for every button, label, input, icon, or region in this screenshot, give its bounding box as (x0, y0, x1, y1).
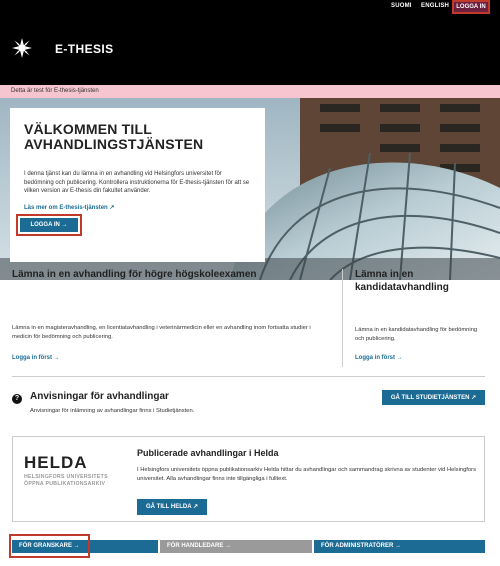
welcome-title-line1: VÄLKOMMEN TILL (24, 121, 153, 137)
question-icon: ? (12, 394, 22, 404)
instructions-text: Anvisningar för inlämning av avhandlinga… (30, 408, 195, 414)
test-banner: Detta är test för E-thesis-tjänsten (0, 85, 500, 98)
submit-bachelor-login-link[interactable]: Logga in först → (355, 355, 403, 361)
language-link-suomi[interactable]: SUOMI (391, 3, 412, 9)
read-more-link[interactable]: Läs mer om E-thesis-tjänsten ↗ (24, 204, 252, 211)
helda-text: I Helsingfors universitets öppna publika… (137, 467, 476, 482)
submit-master-title: Lämna in en avhandling för högre högskol… (12, 269, 257, 280)
helda-panel: HELDA HELSINGFORS UNIVERSITETS ÖPPNA PUB… (12, 436, 485, 522)
hero-login-highlight: LOGGA IN → (16, 214, 82, 236)
section-divider (342, 269, 343, 367)
welcome-card: VÄLKOMMEN TILL AVHANDLINGSTJÄNSTEN I den… (10, 108, 265, 262)
helda-logo-subtitle: HELSINGFORS UNIVERSITETS ÖPPNA PUBLIKATI… (24, 474, 108, 488)
top-login-button[interactable]: LOGGA IN (452, 0, 490, 14)
submit-master-text: Lämna in en magisteravhandling, en licen… (12, 325, 311, 340)
language-link-english[interactable]: ENGLISH (421, 3, 449, 9)
helda-logo: HELDA (24, 453, 88, 472)
helda-title: Publicerade avhandlingar i Helda (137, 448, 279, 458)
top-utility-bar: SUOMI ENGLISH LOGGA IN (0, 0, 500, 14)
submit-bachelor-title-line2: kandidatavhandling (355, 282, 449, 293)
welcome-title-line2: AVHANDLINGSTJÄNSTEN (24, 136, 204, 152)
submit-bachelor-text: Lämna in en kandidatavhandling för bedöm… (355, 327, 478, 342)
submit-master-login-link[interactable]: Logga in först → (12, 355, 60, 361)
hero-login-button[interactable]: LOGGA IN → (20, 218, 78, 232)
study-services-button[interactable]: GÅ TILL STUDIETJÄNSTEN ↗ (382, 390, 485, 405)
helda-button[interactable]: GÅ TILL HELDA ↗ (137, 499, 207, 515)
helda-logo-subtitle-line2: ÖPPNA PUBLIKATIONSARKIV (24, 481, 106, 487)
supervisors-tab[interactable]: FÖR HANDLEDARE → (160, 540, 312, 553)
university-logo-icon[interactable] (10, 36, 34, 60)
welcome-text: I denna tjänst kan du lämna in en avhand… (24, 171, 250, 194)
submit-bachelor-title-line1: Lämna in en (355, 269, 414, 280)
helda-logo-subtitle-line1: HELSINGFORS UNIVERSITETS (24, 474, 108, 480)
site-title[interactable]: E-THESIS (55, 42, 114, 56)
instructions-title: Anvisningar för avhandlingar (30, 391, 169, 402)
reviewers-tab-highlight (9, 534, 90, 558)
administrators-tab[interactable]: FÖR ADMINISTRATÖRER → (314, 540, 485, 553)
horizontal-divider (12, 376, 485, 377)
site-header: E-THESIS (0, 14, 500, 85)
